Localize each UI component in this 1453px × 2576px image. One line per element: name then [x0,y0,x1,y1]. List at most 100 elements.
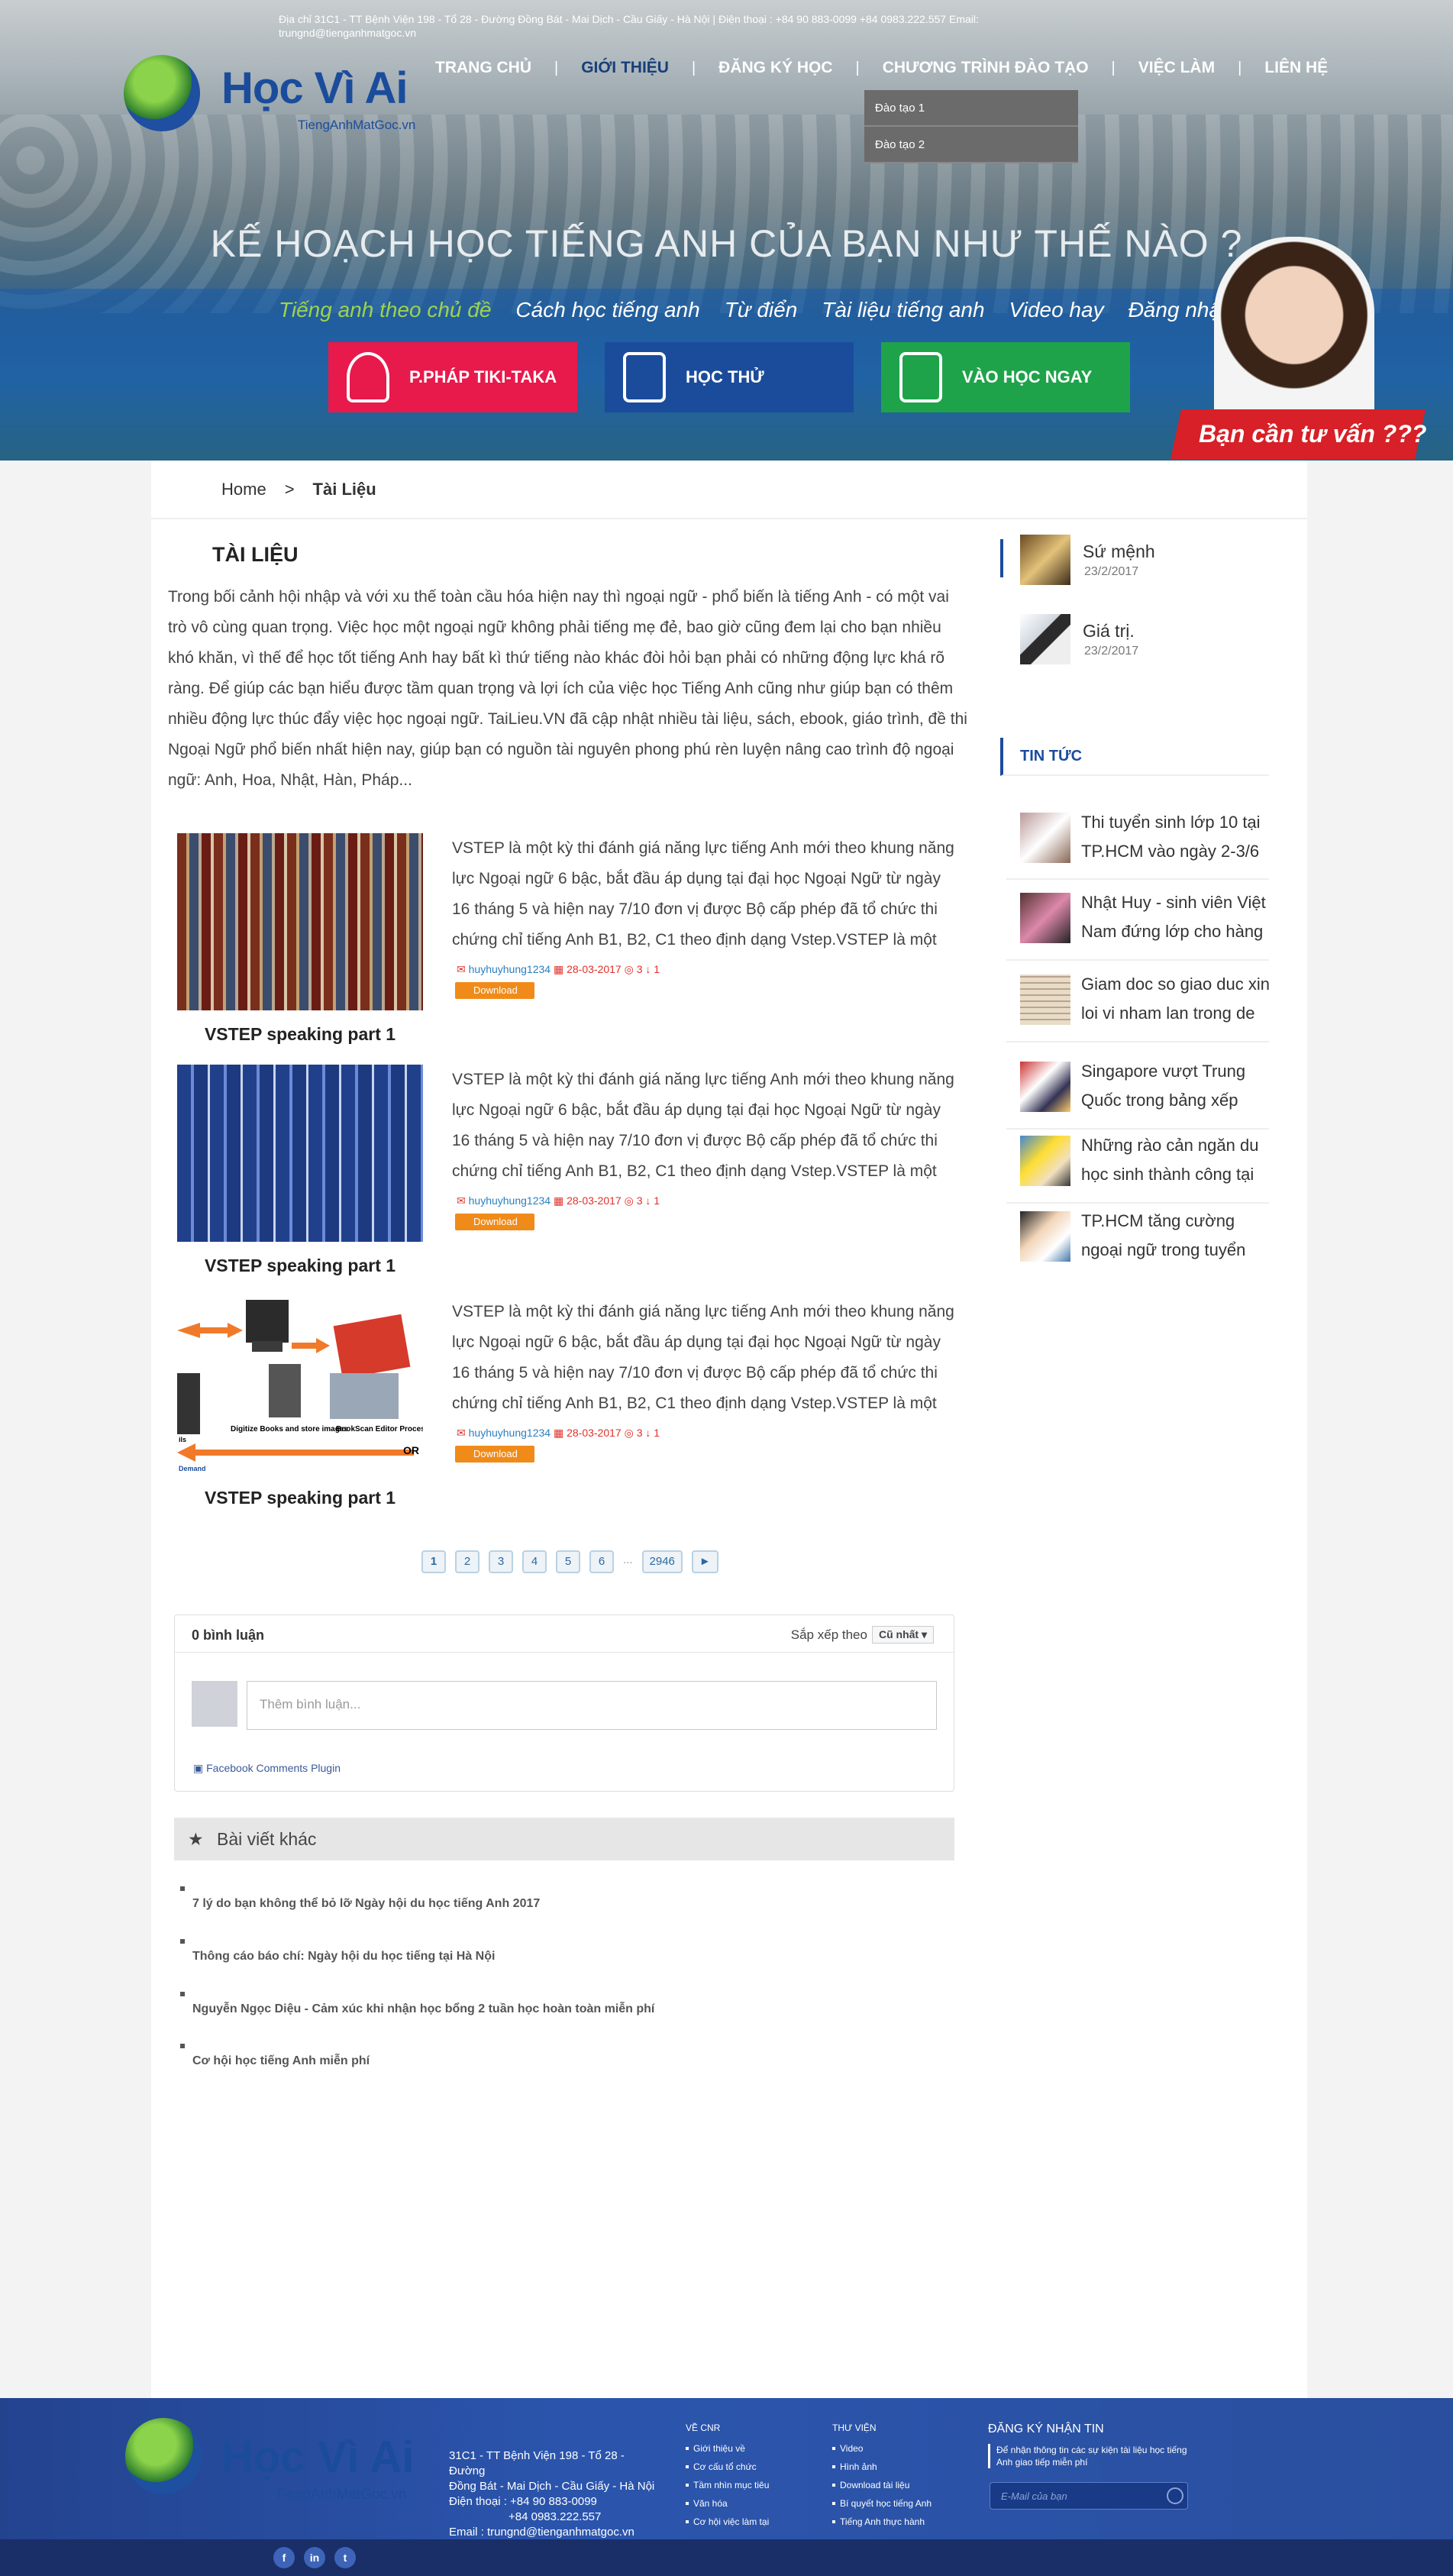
other-post-link[interactable]: 7 lý do bạn không thể bỏ lỡ Ngày hội du … [179,1886,540,1911]
news-item[interactable]: Nhật Huy - sinh viên Việt Nam đứng lớp c… [1020,888,1272,955]
download-button[interactable]: Download [455,982,534,999]
divider [1006,1202,1269,1204]
document-user[interactable]: huyhuyhung1234 [469,963,551,975]
page-link[interactable]: 6 [589,1550,614,1573]
hoc-thu-button[interactable]: HỌC THỬ [605,342,854,412]
document-user[interactable]: huyhuyhung1234 [469,1427,551,1439]
document-item: Digitize Books and store images BookScan… [177,1297,956,1526]
comment-input[interactable]: Thêm bình luận... [247,1681,937,1730]
twitter-icon[interactable]: t [334,2547,356,2568]
thumbnail [1020,614,1070,664]
page-link[interactable]: 4 [522,1550,547,1573]
download-count-icon: ↓ [645,963,651,975]
footer-link[interactable]: Cơ hội việc làm tại [686,2513,769,2531]
dropdown-item-dao-tao-2[interactable]: Đào tạo 2 [864,127,1078,163]
other-posts-header: ★ Bài viết khác [174,1818,954,1860]
divider [1006,959,1269,961]
other-post-link[interactable]: Nguyễn Ngọc Diệu - Cảm xúc khi nhận học … [179,1992,654,2016]
sort-value: Cũ nhất [878,1628,919,1640]
nav-chuong-trinh-dao-tao[interactable]: CHƯƠNG TRÌNH ĐÀO TẠO [860,59,1112,77]
document-description: VSTEP là một kỳ thi đánh giá năng lực ti… [452,1071,954,1180]
footer-link[interactable]: Download tài liệu [832,2476,932,2494]
footer-link[interactable]: Video [832,2439,932,2458]
books-icon[interactable] [177,833,423,1010]
download-button[interactable]: Download [455,1446,534,1463]
download-button[interactable]: Download [455,1214,534,1230]
news-item[interactable]: Thi tuyển sinh lớp 10 tại TP.HCM vào ngà… [1020,808,1272,875]
news-title: TP.HCM tăng cường ngoại ngữ trong tuyển … [1081,1211,1246,1259]
footer-logo-subtitle: TiengAnhMatGoc.vn [275,2487,407,2503]
footer-link[interactable]: Cơ cấu tổ chức [686,2458,769,2476]
page-link[interactable]: 2 [455,1550,479,1573]
news-item[interactable]: Những rào cản ngăn du học sinh thành côn… [1020,1131,1272,1198]
nav-gioi-thieu[interactable]: GIỚI THIỆU [558,59,692,77]
news-title: Singapore vượt Trung Quốc trong bảng xếp… [1081,1062,1246,1110]
subnav-video-hay[interactable]: Video hay [1009,298,1104,322]
footer-link[interactable]: Văn hóa [686,2494,769,2513]
calendar-icon: ▦ [553,1427,564,1439]
document-caption[interactable]: VSTEP speaking part 1 [177,1488,423,1508]
subnav-cach-hoc-tieng-anh[interactable]: Cách học tiếng anh [515,298,699,322]
news-title: Những rào cản ngăn du học sinh thành côn… [1081,1136,1259,1184]
footer-address-line: 31C1 - TT Bệnh Viện 198 - Tổ 28 - Đường [449,2449,625,2477]
sidebar-item[interactable]: Giá trị. 23/2/2017 [1020,614,1272,667]
nav-dang-ky-hoc[interactable]: ĐĂNG KÝ HỌC [696,59,855,77]
main-nav: TRANG CHỦ | GIỚI THIỆU | ĐĂNG KÝ HỌC | CHƯƠ… [412,57,1351,79]
facebook-plugin-link[interactable]: ▣ Facebook Comments Plugin [193,1762,341,1775]
facebook-icon[interactable]: f [273,2547,295,2568]
subnav-tai-lieu-tieng-anh[interactable]: Tài liệu tiếng anh [822,298,984,322]
footer-logo[interactable]: Học Vì Ai TiengAnhMatGoc.vn [122,2410,458,2510]
scanner-diagram-icon[interactable]: Digitize Books and store images BookScan… [177,1297,450,1474]
news-item[interactable]: Singapore vượt Trung Quốc trong bảng xếp… [1020,1057,1272,1124]
logo-subtitle: TiengAnhMatGoc.vn [298,118,416,132]
footer-link[interactable]: Tiếng Anh thực hành [832,2513,932,2531]
send-icon[interactable] [1167,2487,1183,2504]
newsletter-email-input[interactable]: E-Mail của bạn [990,2482,1188,2510]
footer-link[interactable]: Bí quyết học tiếng Anh [832,2494,932,2513]
breadcrumb-home[interactable]: Home [221,480,266,499]
page-link-last[interactable]: 2946 [641,1550,683,1573]
nav-lien-he[interactable]: LIÊN HỆ [1242,59,1351,77]
footer-link[interactable]: Hình ảnh [832,2458,932,2476]
footer-email: Email : trungnd@tienganhmatgoc.vn [449,2526,634,2539]
download-label: Download [473,1448,518,1459]
footer-phone: Điện thoại : +84 90 883-0099 [449,2495,597,2508]
divider [1006,878,1269,880]
divider [1006,1041,1269,1042]
page-next-button[interactable]: ► [691,1550,718,1573]
page-ellipsis: ... [623,1553,633,1566]
footer-link[interactable]: Tầm nhìn mục tiêu [686,2476,769,2494]
eye-icon: ◎ [624,963,634,975]
document-description: VSTEP là một kỳ thi đánh giá năng lực ti… [452,1303,954,1412]
sidebar-item-title: Sứ mệnh [1083,541,1155,561]
footer-link[interactable]: Giới thiệu về [686,2439,769,2458]
site-logo[interactable]: Học Vì Ai TiengAnhMatGoc.vn [122,52,416,137]
logo-mark-icon [125,2418,202,2494]
binders-icon[interactable] [177,1065,423,1242]
instagram-icon[interactable]: in [304,2547,325,2568]
dropdown-item-dao-tao-1[interactable]: Đào tạo 1 [864,90,1078,127]
news-title: Thi tuyển sinh lớp 10 tại TP.HCM vào ngà… [1081,813,1261,861]
other-post-link[interactable]: Thông cáo báo chí: Ngày hội du học tiếng… [179,1939,495,1964]
document-user[interactable]: huyhuyhung1234 [469,1194,551,1207]
page-link[interactable]: 5 [556,1550,580,1573]
nav-viec-lam[interactable]: VIỆC LÀM [1116,59,1238,77]
news-item[interactable]: TP.HCM tăng cường ngoại ngữ trong tuyển … [1020,1207,1272,1274]
page-link[interactable]: 1 [421,1550,446,1573]
calendar-icon: ▦ [553,1194,564,1207]
vao-hoc-ngay-label: VÀO HỌC NGAY [962,367,1093,386]
subnav-tu-dien[interactable]: Từ điển [725,298,798,322]
vao-hoc-ngay-button[interactable]: VÀO HỌC NGAY [881,342,1130,412]
subnav-tieng-anh-theo-chu-de[interactable]: Tiếng anh theo chủ đề [279,298,491,322]
sidebar-item[interactable]: Sứ mệnh 23/2/2017 [1020,535,1272,588]
document-caption[interactable]: VSTEP speaking part 1 [177,1024,423,1045]
news-title: Giam doc so giao duc xin loi vi nham lan… [1081,974,1271,1023]
other-post-link[interactable]: Cơ hội học tiếng Anh miễn phí [179,2044,370,2068]
sort-select[interactable]: Cũ nhất ▾ [871,1626,934,1644]
news-item[interactable]: Giam doc so giao duc xin loi vi nham lan… [1020,970,1272,1037]
download-count-icon: ↓ [645,1194,651,1207]
page-link[interactable]: 3 [489,1550,513,1573]
tiki-taka-button[interactable]: P.PHÁP TIKI-TAKA [328,342,577,412]
document-caption[interactable]: VSTEP speaking part 1 [177,1256,423,1276]
nav-trang-chu[interactable]: TRANG CHỦ [412,59,554,77]
